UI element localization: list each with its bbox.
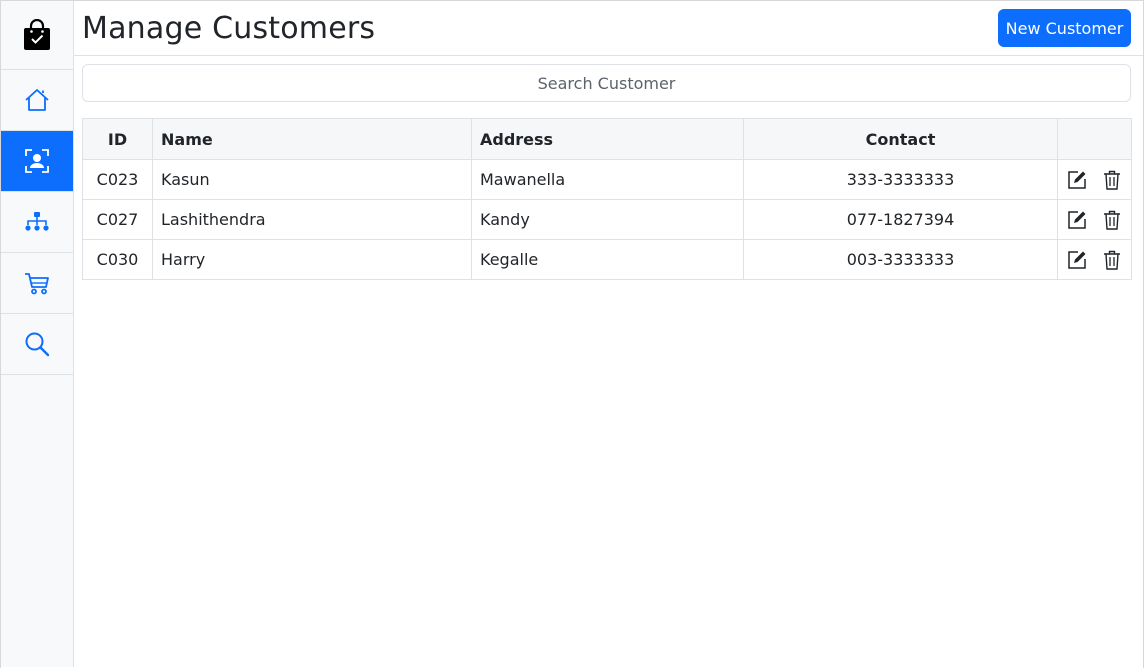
page-title: Manage Customers [82, 11, 376, 46]
table-header-row: ID Name Address Contact [82, 118, 1132, 160]
new-customer-button[interactable]: New Customer [998, 9, 1131, 47]
edit-icon [1068, 250, 1086, 269]
cell-id: C030 [82, 239, 153, 280]
sidebar-item-cart[interactable] [1, 253, 73, 314]
cell-id: C023 [82, 159, 153, 200]
cell-name: Kasun [152, 159, 472, 200]
cell-contact: 003-3333333 [743, 239, 1058, 280]
delete-button[interactable] [1102, 209, 1124, 231]
cell-contact: 333-3333333 [743, 159, 1058, 200]
sidebar-item-home[interactable] [1, 70, 73, 131]
cell-actions [1057, 239, 1132, 280]
sidebar-item-structure[interactable] [1, 192, 73, 253]
table-row[interactable]: C027 Lashithendra Kandy 077-1827394 [82, 199, 1132, 240]
edit-icon [1068, 210, 1086, 229]
cell-actions [1057, 159, 1132, 200]
trash-icon [1104, 210, 1121, 230]
cell-id: C027 [82, 199, 153, 240]
trash-icon [1104, 170, 1121, 190]
customers-table: ID Name Address Contact C023 Kasun Mawan… [82, 118, 1132, 280]
edit-button[interactable] [1066, 209, 1088, 231]
cart-icon [25, 273, 49, 295]
column-header-id: ID [82, 118, 153, 160]
page-header: Manage Customers New Customer [74, 1, 1143, 56]
column-header-name: Name [152, 118, 472, 160]
customer-badge-icon [25, 149, 49, 173]
table-row[interactable]: C030 Harry Kegalle 003-3333333 [82, 239, 1132, 280]
sidebar-item-customers[interactable] [1, 131, 73, 192]
sitemap-icon [25, 212, 49, 231]
cell-contact: 077-1827394 [743, 199, 1058, 240]
cell-name: Lashithendra [152, 199, 472, 240]
sidebar-item-search[interactable] [1, 314, 73, 375]
home-icon [25, 89, 49, 111]
cell-actions [1057, 199, 1132, 240]
cell-address: Kegalle [471, 239, 744, 280]
edit-icon [1068, 170, 1086, 189]
cell-address: Kandy [471, 199, 744, 240]
column-header-address: Address [471, 118, 744, 160]
edit-button[interactable] [1066, 249, 1088, 271]
delete-button[interactable] [1102, 249, 1124, 271]
cell-name: Harry [152, 239, 472, 280]
edit-button[interactable] [1066, 169, 1088, 191]
trash-icon [1104, 250, 1121, 270]
brand-logo [1, 1, 73, 70]
column-header-actions [1057, 118, 1132, 160]
cell-address: Mawanella [471, 159, 744, 200]
sidebar [1, 1, 74, 667]
search-customer-input[interactable] [82, 64, 1131, 102]
table-row[interactable]: C023 Kasun Mawanella 333-3333333 [82, 159, 1132, 200]
shopping-bag-check-icon [24, 19, 50, 50]
column-header-contact: Contact [743, 118, 1058, 160]
search-icon [25, 332, 50, 357]
delete-button[interactable] [1102, 169, 1124, 191]
